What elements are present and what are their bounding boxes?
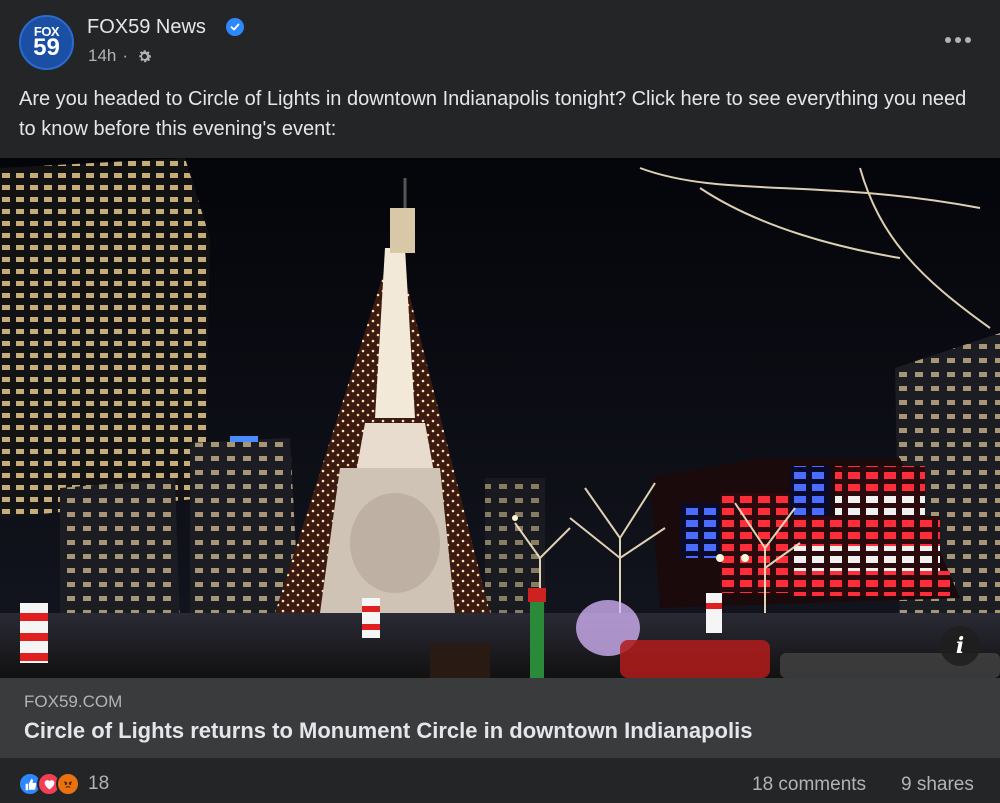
post-meta: 14h · (88, 46, 153, 66)
comments-count[interactable]: 18 comments (752, 774, 866, 796)
page-name[interactable]: FOX59 News (87, 16, 206, 39)
link-domain: FOX59.COM (24, 692, 123, 711)
avatar-line2: 59 (33, 34, 60, 61)
more-options-icon[interactable] (936, 26, 980, 54)
meta-separator: · (122, 46, 129, 65)
link-preview-image[interactable]: i (0, 158, 1000, 678)
page-avatar[interactable]: FOX 59 (19, 15, 74, 70)
post-time[interactable]: 14h (88, 46, 116, 66)
reactions-summary[interactable]: 18 (18, 772, 109, 796)
post-footer: 18 18 comments 9 shares (0, 758, 1000, 803)
facebook-post: FOX 59 FOX59 News 14h · Are you headed t… (0, 0, 1000, 803)
info-icon[interactable]: i (940, 626, 980, 666)
link-preview[interactable]: FOX59.COM Circle of Lights returns to Mo… (0, 678, 1000, 758)
more-dot (955, 37, 961, 43)
post-text: Are you headed to Circle of Lights in do… (19, 88, 967, 140)
shares-count[interactable]: 9 shares (901, 774, 974, 796)
gear-icon[interactable] (136, 48, 153, 65)
link-title[interactable]: Circle of Lights returns to Monument Cir… (24, 718, 752, 744)
verified-badge-icon (226, 18, 244, 36)
circle-of-lights-photo (0, 158, 1000, 678)
angry-reaction-icon (56, 772, 80, 796)
post-header: FOX 59 FOX59 News 14h · (0, 0, 1000, 80)
more-dot (945, 37, 951, 43)
reaction-count: 18 (88, 773, 110, 794)
more-dot (965, 37, 971, 43)
